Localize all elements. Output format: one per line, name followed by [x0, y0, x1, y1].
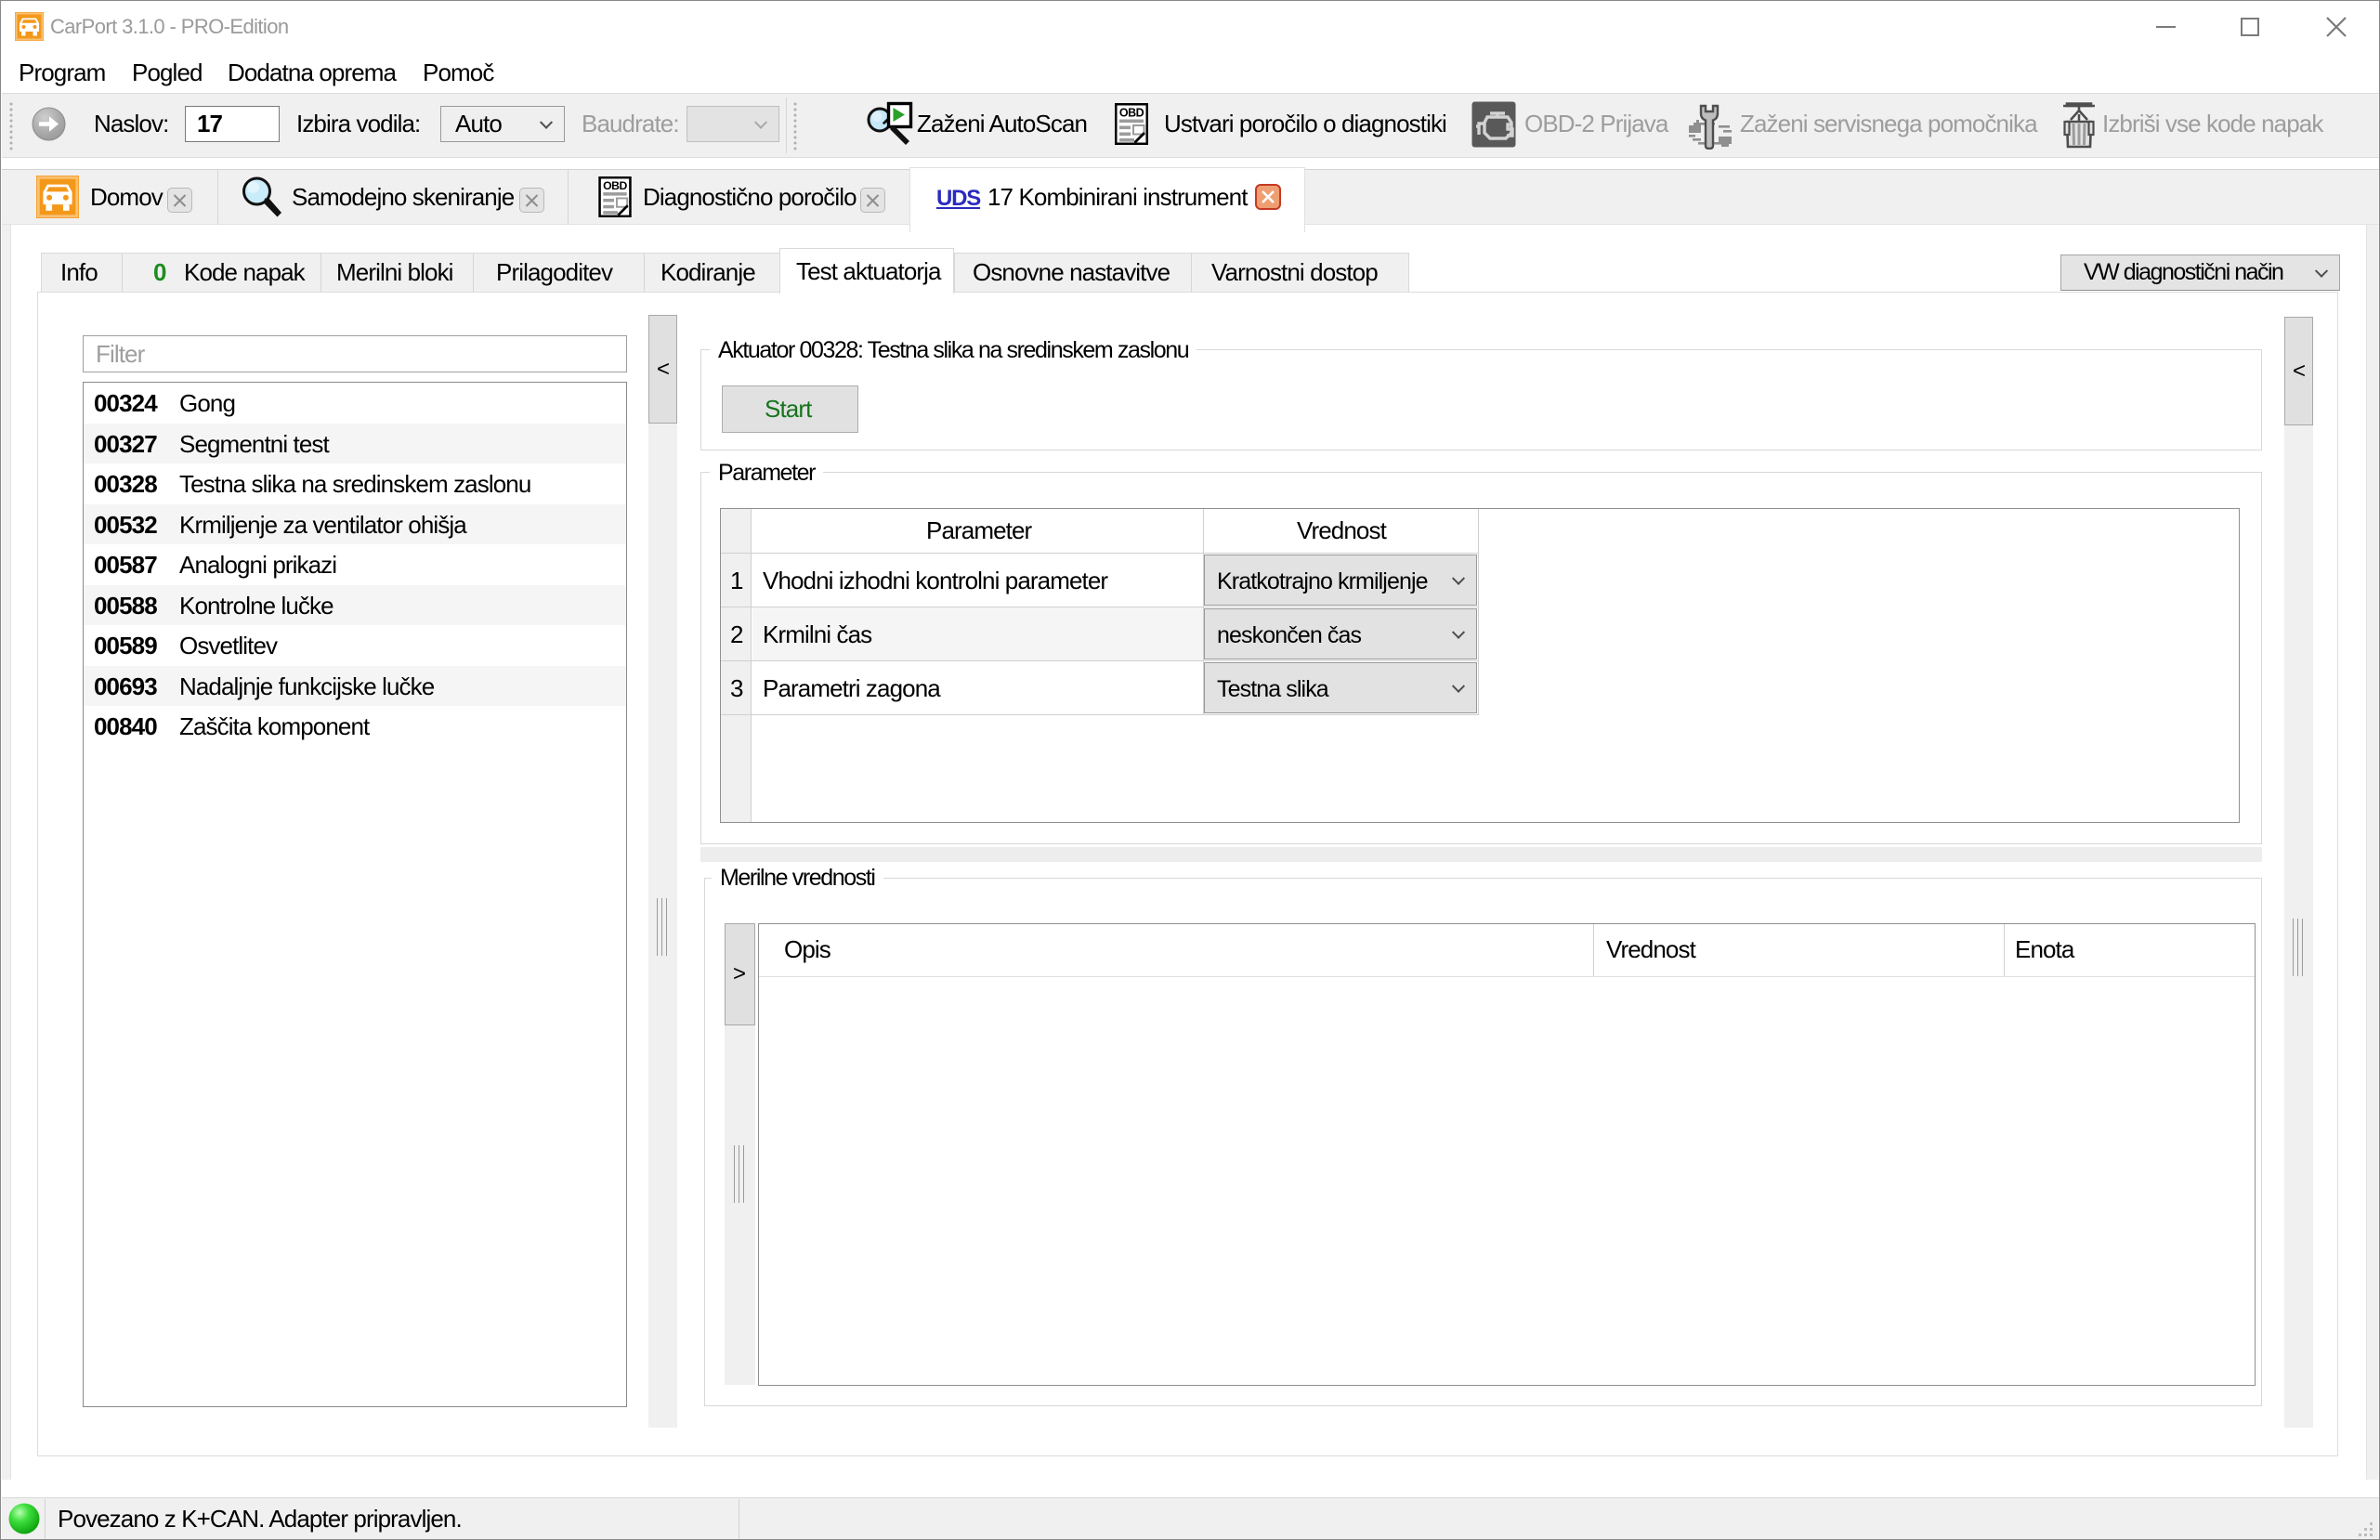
svg-text:OBD: OBD: [603, 179, 627, 192]
svg-text:OBD: OBD: [1119, 107, 1144, 120]
